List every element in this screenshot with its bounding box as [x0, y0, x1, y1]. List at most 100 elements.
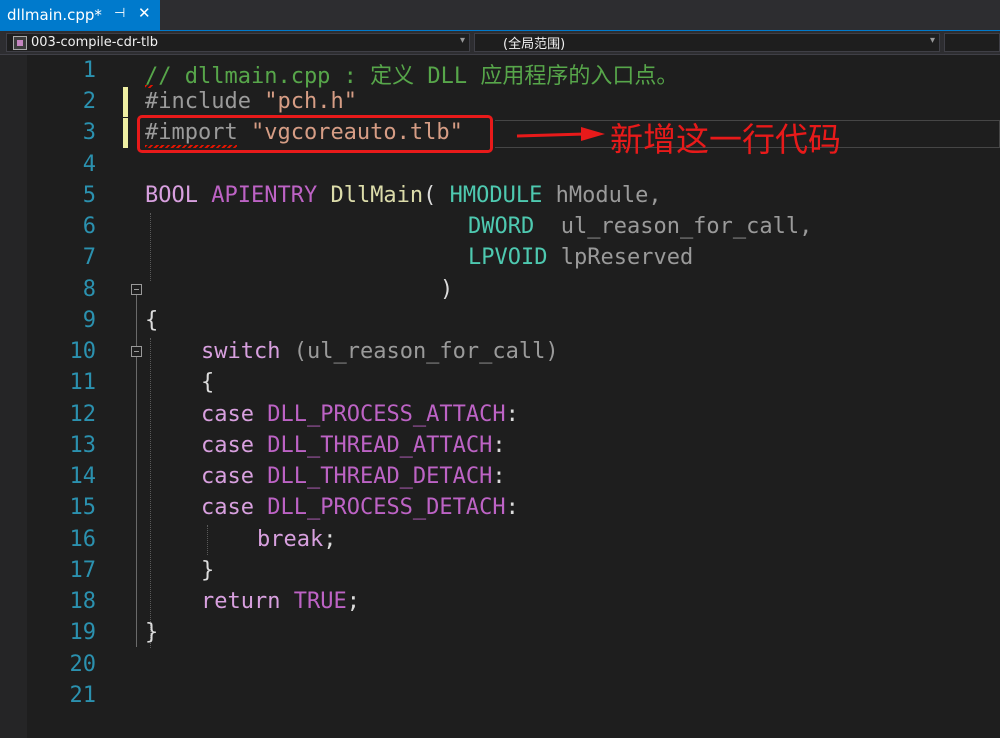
line-number: 15	[69, 495, 97, 520]
line-number: 21	[69, 683, 97, 708]
line-number: 8	[82, 277, 96, 302]
project-name: 003-compile-cdr-tlb	[31, 35, 158, 50]
document-tab-strip: dllmain.cpp* ⊣ ✕	[0, 0, 1000, 31]
colon: :	[492, 433, 506, 458]
code-line-15: case DLL_PROCESS_DETACH:	[201, 495, 519, 520]
change-marker	[123, 87, 128, 117]
collapse-icon[interactable]	[131, 346, 142, 357]
line-number: 1	[82, 58, 96, 83]
constant: TRUE	[293, 589, 347, 614]
keyword: case	[201, 464, 254, 489]
close-icon[interactable]: ✕	[138, 4, 151, 22]
line-number: 9	[82, 308, 96, 333]
code-line-5: BOOL APIENTRY DllMain( HMODULE hModule,	[145, 183, 662, 208]
colon: :	[492, 464, 506, 489]
code-line-17: }	[201, 558, 214, 583]
annotation-note: 新增这一行代码	[610, 120, 841, 159]
keyword: switch	[201, 339, 281, 364]
pin-icon[interactable]: ⊣	[114, 6, 125, 21]
line-number: 5	[82, 183, 96, 208]
constant: DLL_PROCESS_DETACH	[267, 495, 506, 520]
expression: (ul_reason_for_call)	[293, 339, 559, 364]
paren: )	[440, 277, 454, 302]
code-line-13: case DLL_THREAD_ATTACH:	[201, 433, 506, 458]
keyword: case	[201, 402, 254, 427]
code-line-11: {	[201, 370, 214, 395]
line-number: 18	[69, 589, 97, 614]
keyword: case	[201, 433, 254, 458]
chevron-down-icon: ▾	[929, 35, 935, 46]
constant: DLL_PROCESS_ATTACH	[267, 402, 506, 427]
line-number: 12	[69, 402, 97, 427]
code-line-1: // dllmain.cpp : 定义 DLL 应用程序的入口点。	[145, 58, 678, 90]
param-name: hModule,	[555, 183, 662, 208]
semicolon: ;	[346, 589, 360, 614]
tab-title: dllmain.cpp*	[7, 6, 102, 24]
keyword: case	[201, 495, 254, 520]
brace: }	[201, 558, 215, 583]
keyword: break	[257, 527, 324, 552]
param-name: ul_reason_for_call,	[560, 214, 813, 239]
code-line-19: }	[145, 620, 158, 645]
preprocessor-directive: #include	[145, 89, 251, 114]
code-line-9: {	[145, 308, 158, 333]
change-marker	[123, 118, 128, 148]
error-squiggle	[145, 85, 153, 88]
semicolon: ;	[323, 527, 337, 552]
constant: DLL_THREAD_ATTACH	[267, 433, 493, 458]
tab-dllmain-cpp[interactable]: dllmain.cpp* ⊣ ✕	[0, 0, 160, 30]
type-keyword: BOOL	[145, 183, 198, 208]
function-name: DllMain	[330, 183, 424, 208]
param-name: lpReserved	[560, 245, 694, 270]
scope-dropdown[interactable]: (全局范围) ▾	[474, 33, 940, 52]
code-line-14: case DLL_THREAD_DETACH:	[201, 464, 506, 489]
line-number: 10	[69, 339, 97, 364]
code-line-2: #include "pch.h"	[145, 89, 357, 114]
code-line-6: DWORD ul_reason_for_call,	[468, 214, 812, 239]
line-number: 13	[69, 433, 97, 458]
annotation-arrow-icon	[516, 127, 605, 141]
line-number: 14	[69, 464, 97, 489]
colon: :	[505, 495, 519, 520]
indent-guide	[150, 338, 151, 648]
code-editor[interactable]: 1 2 3 4 5 6 7 8 9 10 11 12 13 14 15 16 1…	[0, 55, 1000, 738]
line-number: 16	[69, 527, 97, 552]
code-line-8: )	[440, 277, 453, 302]
constant: DLL_THREAD_DETACH	[267, 464, 493, 489]
param-type: LPVOID	[468, 245, 548, 270]
line-number: 19	[69, 620, 97, 645]
code-line-10: switch (ul_reason_for_call)	[201, 339, 559, 364]
collapse-icon[interactable]	[131, 284, 142, 295]
param-type: HMODULE	[449, 183, 543, 208]
scope-label: (全局范围)	[503, 37, 566, 52]
line-number: 4	[82, 152, 96, 177]
project-dropdown[interactable]: 003-compile-cdr-tlb ▾	[6, 33, 470, 52]
line-number: 20	[69, 652, 97, 677]
comment: // dllmain.cpp : 定义 DLL 应用程序的入口点。	[145, 64, 679, 89]
line-number: 7	[82, 245, 96, 270]
keyword: return	[201, 589, 281, 614]
code-line-18: return TRUE;	[201, 589, 360, 614]
indent-guide	[207, 525, 208, 555]
line-number: 3	[82, 120, 96, 145]
code-line-16: break;	[257, 527, 336, 552]
brace: {	[145, 308, 159, 333]
member-dropdown[interactable]	[944, 33, 1000, 52]
editor-left-margin	[0, 55, 27, 738]
colon: :	[505, 402, 519, 427]
macro: APIENTRY	[211, 183, 318, 208]
navigation-bar: 003-compile-cdr-tlb ▾ (全局范围) ▾	[0, 31, 1000, 55]
indent-guide	[150, 213, 151, 281]
code-line-12: case DLL_PROCESS_ATTACH:	[201, 402, 519, 427]
paren: (	[423, 183, 437, 208]
line-number: 11	[69, 370, 97, 395]
chevron-down-icon: ▾	[459, 35, 465, 46]
line-number: 2	[82, 89, 96, 114]
code-line-7: LPVOID lpReserved	[468, 245, 693, 270]
param-type: DWORD	[468, 214, 535, 239]
line-number: 17	[69, 558, 97, 583]
cpp-project-icon	[13, 35, 27, 50]
brace: {	[201, 370, 215, 395]
string-literal: "pch.h"	[264, 89, 357, 114]
line-number: 6	[82, 214, 96, 239]
